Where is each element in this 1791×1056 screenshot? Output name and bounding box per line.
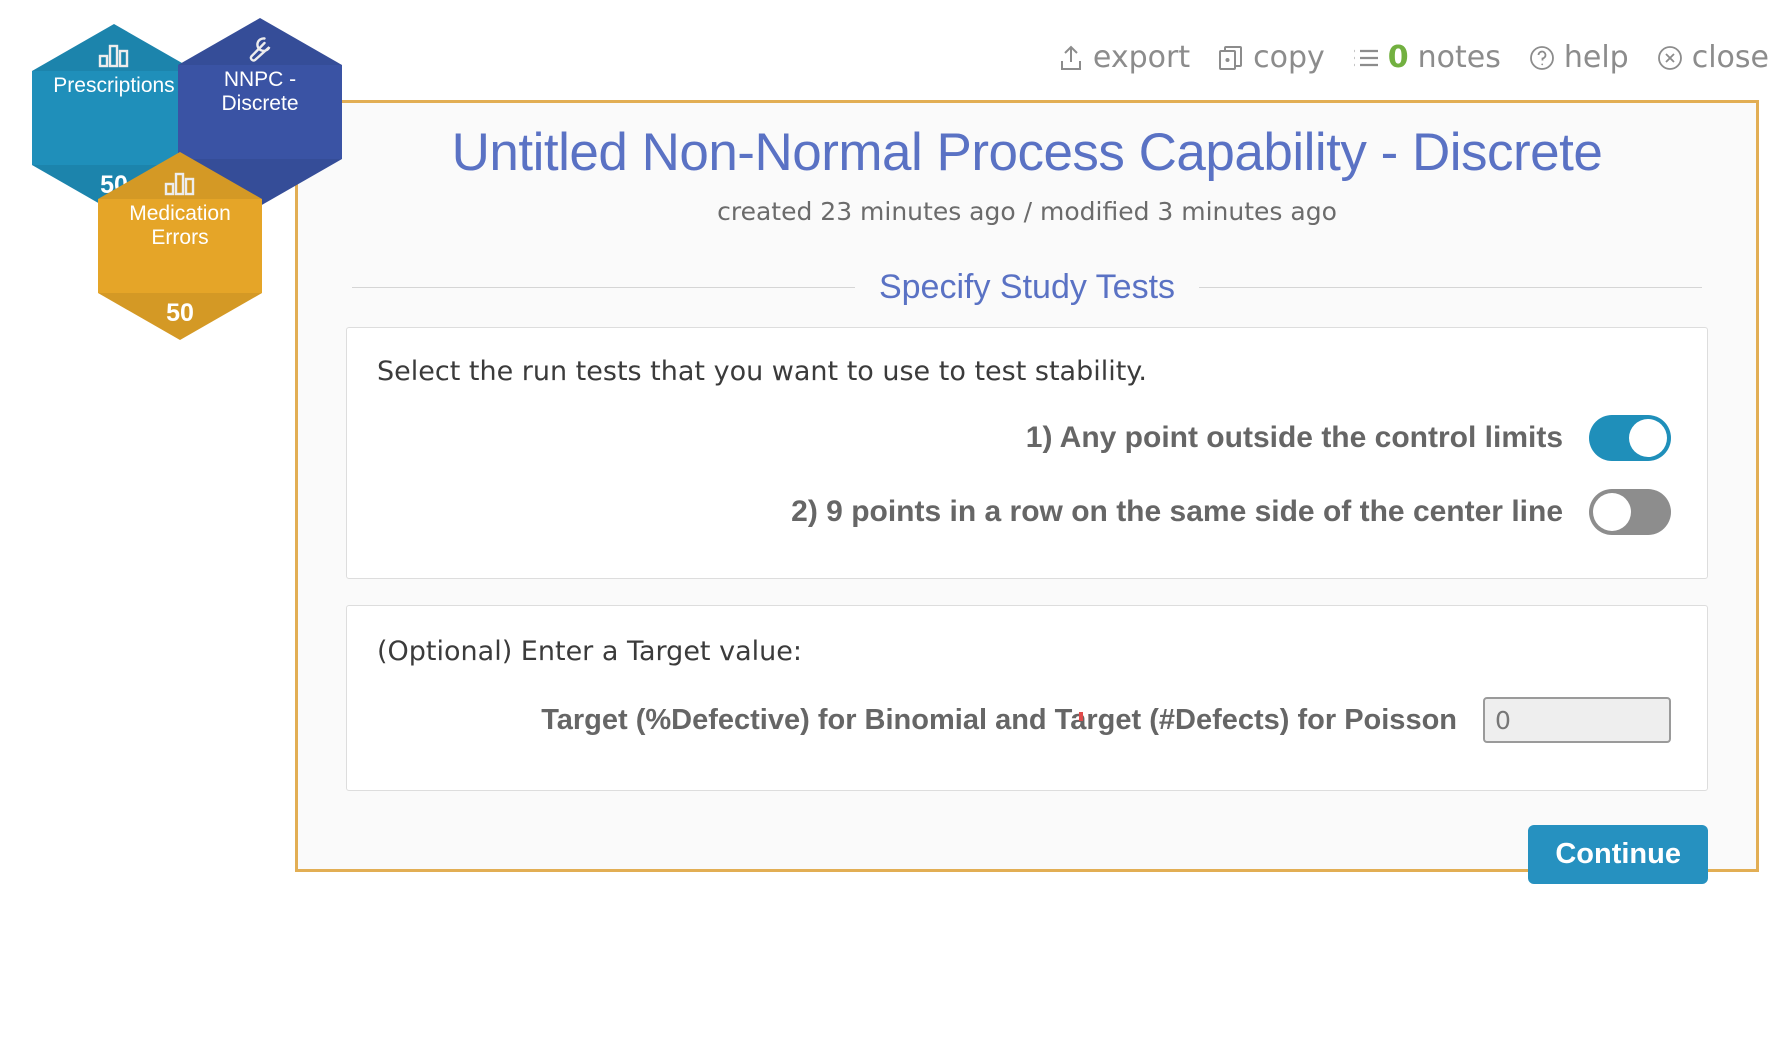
section-title: Specify Study Tests [878,268,1176,306]
run-test-row-2: 2) 9 points in a row on the same side of… [377,489,1671,535]
run-test-2-label: 2) 9 points in a row on the same side of… [791,495,1563,528]
target-value-row: Target (%Defective) for Binomial and Tar… [377,697,1671,743]
bar-chart-icon [163,166,197,200]
close-label: close [1691,39,1769,75]
export-icon [1056,43,1086,73]
copy-icon [1216,43,1246,73]
run-test-1-toggle[interactable] [1589,415,1671,461]
page-timestamps: created 23 minutes ago / modified 3 minu… [717,197,1337,226]
toggle-knob [1629,419,1667,457]
hex-nnpc-discrete-label: NNPC - Discrete [221,68,299,115]
copy-button[interactable]: copy [1216,39,1325,75]
notes-list-icon [1351,43,1381,73]
notes-count: 0 [1387,40,1409,75]
run-test-1-label: 1) Any point outside the control limits [1025,421,1563,454]
run-test-2-toggle[interactable] [1589,489,1671,535]
toggle-knob [1593,493,1631,531]
hex-medication-errors-label: Medication Errors [129,202,231,249]
continue-button[interactable]: Continue [1528,825,1708,884]
export-button[interactable]: export [1056,39,1191,75]
copy-label: copy [1253,39,1325,75]
target-intro: (Optional) Enter a Target value: [377,636,802,667]
hex-prescriptions-label: Prescriptions [53,74,175,97]
panel-footer: Continue [346,825,1708,884]
hex-medication-errors-count: 50 [166,299,194,327]
run-tests-intro: Select the run tests that you want to us… [377,356,1148,387]
wrench-icon [245,32,275,66]
red-marker-dot [1079,712,1083,721]
target-value-card: (Optional) Enter a Target value: Target … [346,605,1708,791]
section-header: Specify Study Tests [346,268,1708,307]
bar-chart-icon [97,38,131,72]
question-circle-icon [1527,43,1557,73]
target-field-label: Target (%Defective) for Binomial and Tar… [541,703,1457,736]
export-label: export [1092,39,1191,75]
study-panel: Untitled Non-Normal Process Capability -… [295,100,1759,884]
close-circle-icon [1655,43,1685,73]
help-label: help [1563,39,1629,75]
notes-button[interactable]: 0 notes [1351,40,1501,75]
notes-label: notes [1417,39,1501,75]
close-button[interactable]: close [1655,39,1769,75]
page-title: Untitled Non-Normal Process Capability -… [451,123,1603,182]
run-tests-card: Select the run tests that you want to us… [346,327,1708,579]
run-test-row-1: 1) Any point outside the control limits [377,415,1671,461]
section-rule-left [352,287,855,288]
section-rule-right [1199,287,1703,288]
target-value-input[interactable] [1483,697,1671,743]
hex-navigation: Prescriptions 50 NNPC - Discrete Medicat… [0,0,342,400]
help-button[interactable]: help [1527,39,1629,75]
top-toolbar: export copy 0 notes help close [1056,40,1769,75]
